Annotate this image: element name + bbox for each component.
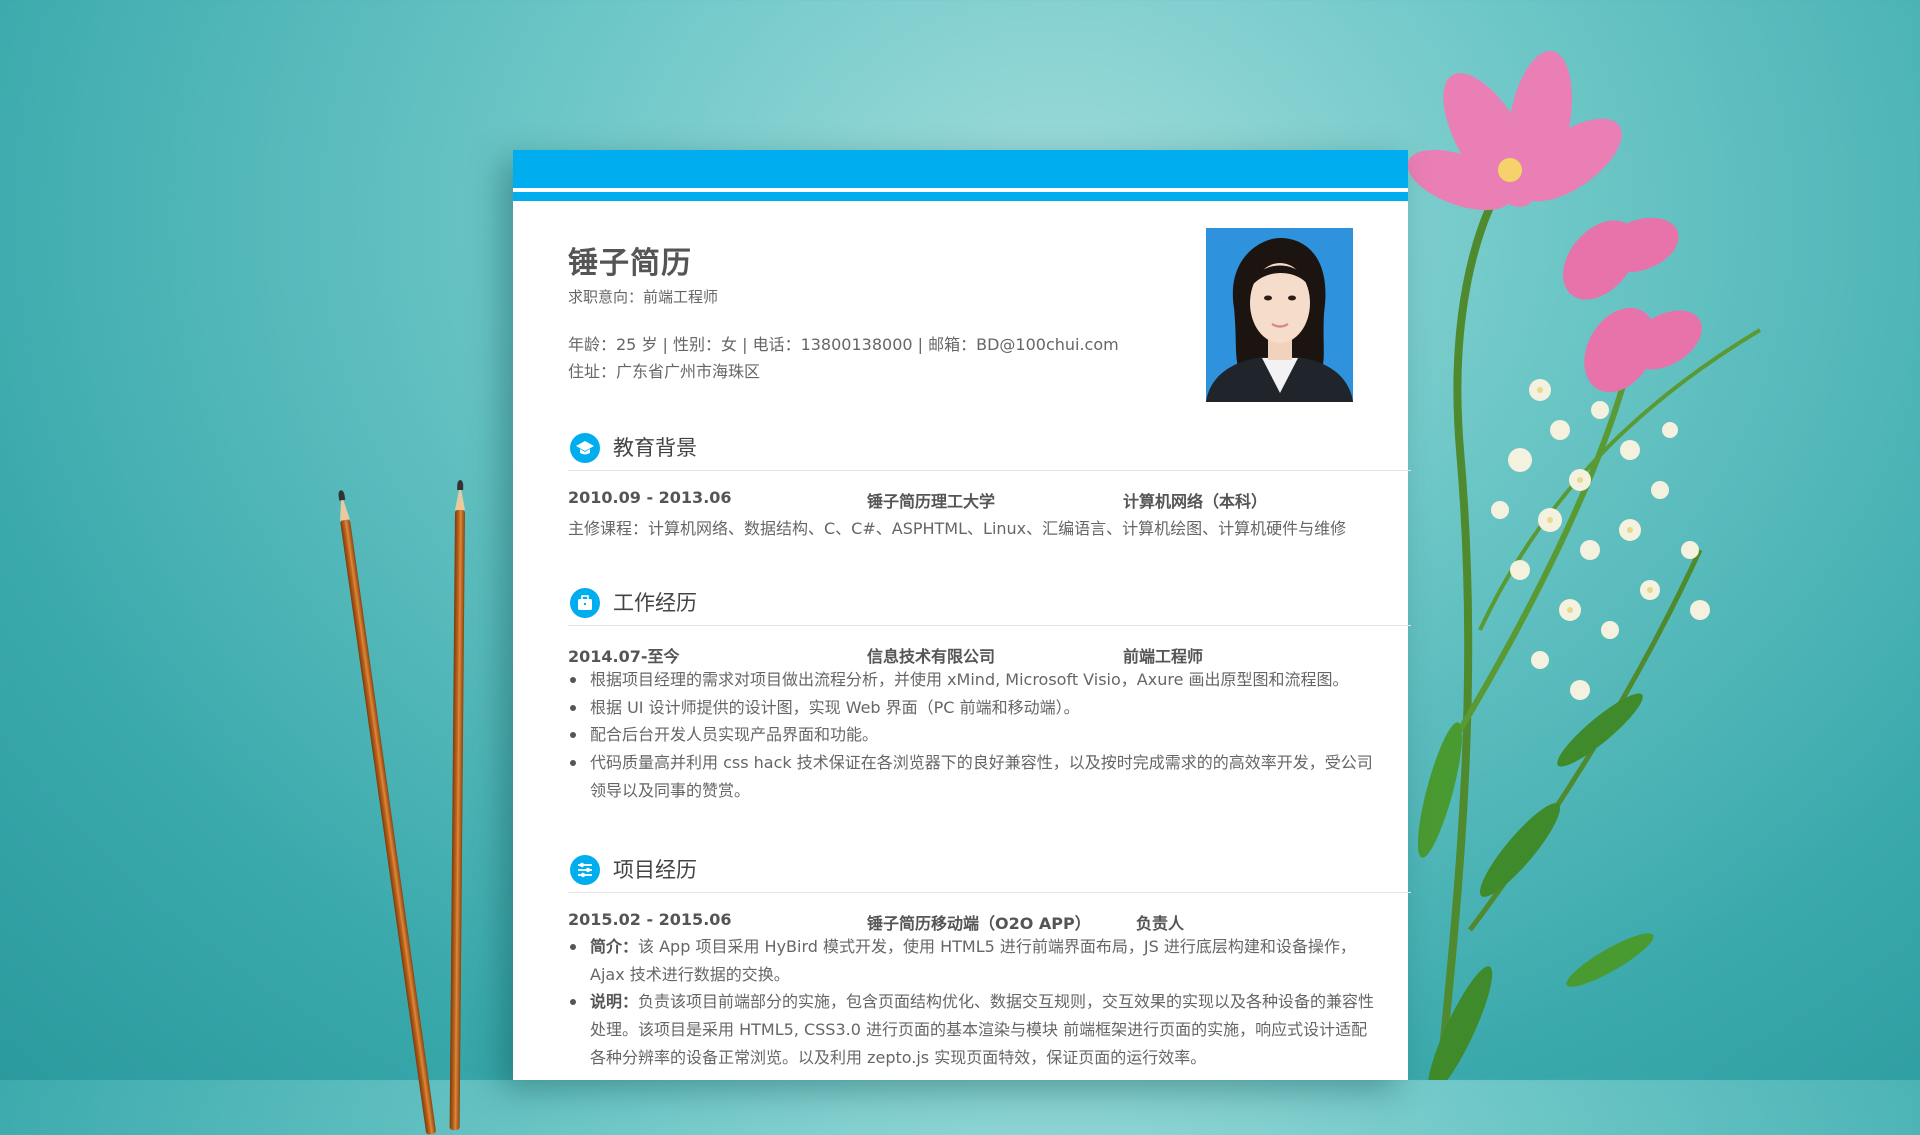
- header-accent-bar: [513, 150, 1408, 188]
- personal-info: 年龄：25 岁 | 性别：女 | 电话：13800138000 | 邮箱：BD@…: [568, 335, 1119, 354]
- graduation-cap-icon: [570, 433, 600, 463]
- project-period: 2015.02 - 2015.06: [568, 910, 732, 929]
- address: 住址：广东省广州市海珠区: [568, 362, 761, 381]
- work-role: 前端工程师: [1123, 647, 1204, 666]
- section-title-project: 项目经历: [613, 858, 697, 882]
- list-item: 根据 UI 设计师提供的设计图，实现 Web 界面（PC 前端和移动端）。: [568, 694, 1380, 722]
- section-title-work: 工作经历: [613, 591, 697, 615]
- project-intro: 该 App 项目采用 HyBird 模式开发，使用 HTML5 进行前端界面布局…: [590, 937, 1356, 984]
- list-item: 代码质量高并利用 css hack 技术保证在各浏览器下的良好兼容性，以及按时完…: [568, 749, 1380, 805]
- job-intent: 求职意向：前端工程师: [568, 288, 719, 306]
- profile-photo: [1206, 228, 1353, 402]
- project-desc: 负责该项目前端部分的实施，包含页面结构优化、数据交互规则，交互效果的实现以及各种…: [590, 992, 1375, 1067]
- project-name: 锤子简历移动端（O2O APP）: [867, 914, 1091, 933]
- education-courses: 主修课程：计算机网络、数据结构、C、C#、ASPHTML、Linux、汇编语言、…: [568, 519, 1347, 538]
- pencil-decoration: [449, 479, 466, 1131]
- desc-label: 说明：: [590, 992, 639, 1011]
- education-school: 锤子简历理工大学: [867, 492, 996, 511]
- resume-name: 锤子简历: [568, 246, 692, 281]
- list-item: 简介：该 App 项目采用 HyBird 模式开发，使用 HTML5 进行前端界…: [568, 933, 1380, 989]
- divider: [568, 892, 1411, 893]
- list-item: 说明：负责该项目前端部分的实施，包含页面结构优化、数据交互规则，交互效果的实现以…: [568, 988, 1380, 1072]
- resume-sheet: 锤子简历 求职意向：前端工程师 年龄：25 岁 | 性别：女 | 电话：1380…: [513, 150, 1411, 1080]
- sliders-icon: [570, 855, 600, 885]
- flower-decoration: [1407, 50, 1762, 1080]
- project-role: 负责人: [1136, 914, 1185, 933]
- work-company: 信息技术有限公司: [867, 647, 996, 666]
- work-period: 2014.07-至今: [568, 647, 680, 666]
- intro-label: 简介：: [590, 937, 639, 956]
- divider: [568, 470, 1411, 471]
- pencil-decoration: [336, 489, 437, 1135]
- section-title-education: 教育背景: [613, 436, 697, 460]
- education-major: 计算机网络（本科）: [1123, 492, 1268, 511]
- list-item: 配合后台开发人员实现产品界面和功能。: [568, 721, 1380, 749]
- divider: [568, 625, 1411, 626]
- briefcase-icon: [570, 588, 600, 618]
- education-period: 2010.09 - 2013.06: [568, 488, 732, 507]
- header-accent-stripe: [513, 192, 1408, 201]
- list-item: 根据项目经理的需求对项目做出流程分析，并使用 xMind, Microsoft …: [568, 666, 1380, 694]
